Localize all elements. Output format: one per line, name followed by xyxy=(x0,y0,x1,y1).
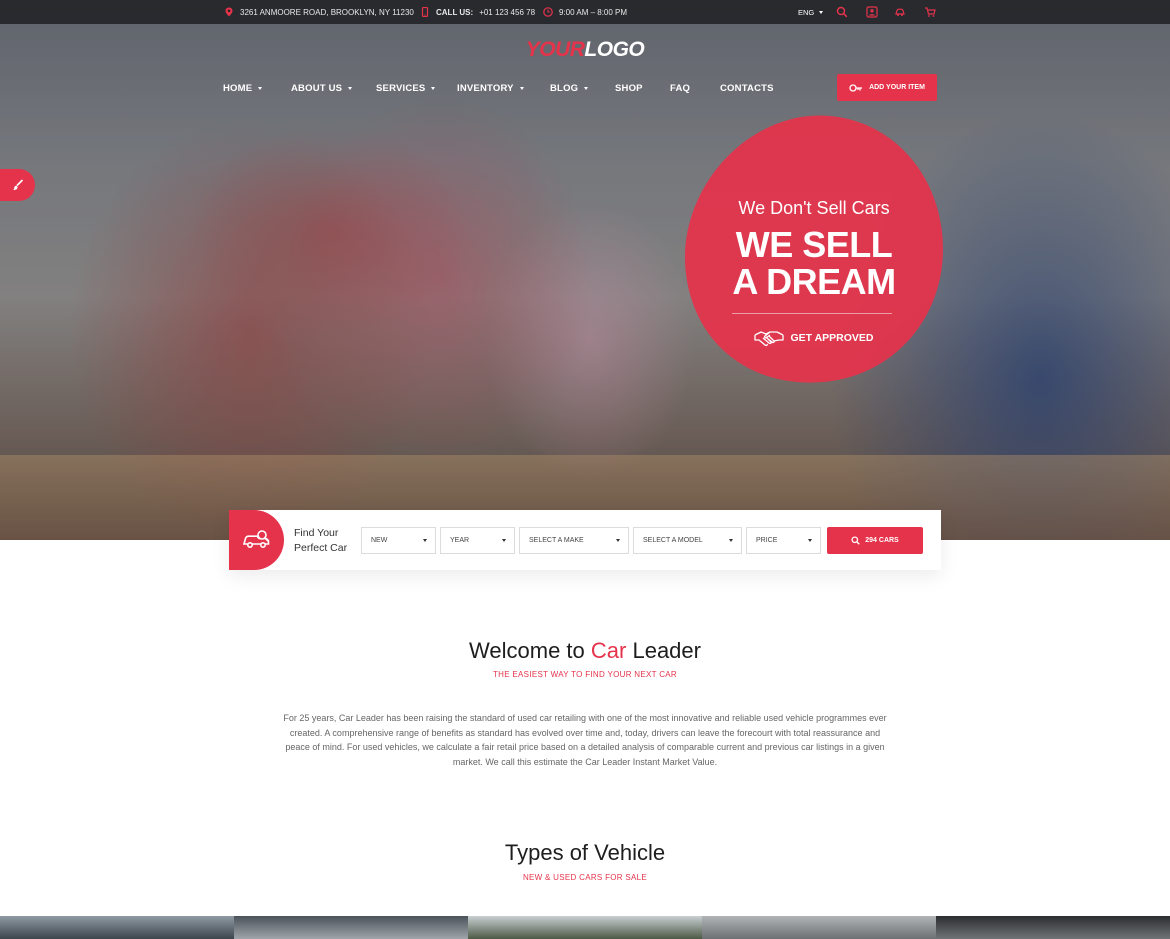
hero-headline-line1: WE SELL xyxy=(735,224,893,265)
nav-inventory[interactable]: INVENTORY xyxy=(457,80,524,96)
add-your-item-label: ADD YOUR ITEM xyxy=(869,84,925,91)
search-cars-button[interactable]: 294 CARS xyxy=(827,527,923,554)
welcome-heading: Welcome to Car Leader xyxy=(0,638,1170,664)
search-icon xyxy=(851,536,861,545)
condition-select-value: NEW xyxy=(371,537,388,544)
chevron-down-icon xyxy=(502,539,506,542)
compare-car-icon[interactable] xyxy=(894,6,906,18)
model-select[interactable]: SELECT A MODEL xyxy=(633,527,742,554)
vehicle-type-image[interactable] xyxy=(234,916,468,939)
nav-blog[interactable]: BLOG xyxy=(550,80,589,96)
nav-contacts-label: CONTACTS xyxy=(720,82,774,94)
hero-headline: WE SELL A DREAM xyxy=(683,226,945,300)
search-title-line2: Perfect Car xyxy=(294,542,348,554)
language-label: ENG xyxy=(798,7,815,17)
welcome-subtitle: THE EASIEST WAY TO FIND YOUR NEXT CAR xyxy=(492,670,678,679)
cart-icon[interactable] xyxy=(924,6,936,18)
car-key-icon xyxy=(849,83,863,92)
user-icon[interactable] xyxy=(866,6,878,18)
car-search-bar: Find Your Perfect Car NEW YEAR SELECT A … xyxy=(229,510,941,570)
model-select-value: SELECT A MODEL xyxy=(643,537,703,544)
vehicle-type-image[interactable] xyxy=(702,916,936,939)
nav-faq-label: FAQ xyxy=(670,82,691,94)
language-selector[interactable]: ENG xyxy=(798,0,824,24)
search-title-line1: Find Your xyxy=(294,527,339,539)
clock-icon xyxy=(543,7,553,17)
year-select-value: YEAR xyxy=(450,537,470,544)
vehicle-type-image[interactable] xyxy=(0,916,234,939)
year-select[interactable]: YEAR xyxy=(440,527,515,554)
chevron-down-icon xyxy=(348,86,353,90)
site-logo[interactable]: YOURLOGO xyxy=(0,38,1170,62)
chevron-down-icon xyxy=(584,86,589,90)
top-info-bar: 3261 ANMOORE ROAD, BROOKLYN, NY 11230 CA… xyxy=(0,0,1170,24)
hero-headline-line2: A DREAM xyxy=(732,261,896,302)
search-title: Find Your Perfect Car xyxy=(294,526,347,556)
welcome-body-text: For 25 years, Car Leader has been raisin… xyxy=(283,713,887,767)
vehicle-types-heading: Types of Vehicle xyxy=(504,840,666,865)
chevron-down-icon xyxy=(423,539,427,542)
price-select-value: PRICE xyxy=(756,537,778,544)
chevron-down-icon xyxy=(808,539,812,542)
add-your-item-button[interactable]: ADD YOUR ITEM xyxy=(837,74,937,101)
get-approved-button[interactable]: GET APPROVED xyxy=(683,328,945,348)
nav-blog-label: BLOG xyxy=(550,82,579,94)
vehicle-types-subtitle: NEW & USED CARS FOR SALE xyxy=(522,873,648,882)
get-approved-label: GET APPROVED xyxy=(790,332,874,344)
style-switcher-toggle[interactable] xyxy=(0,169,35,201)
chevron-down-icon xyxy=(519,86,524,90)
nav-about-us[interactable]: ABOUT US xyxy=(291,80,353,96)
address-text: 3261 ANMOORE ROAD, BROOKLYN, NY 11230 xyxy=(240,7,414,17)
welcome-heading-pre: Welcome to xyxy=(469,638,585,663)
search-icon[interactable] xyxy=(836,6,848,18)
nav-home-label: HOME xyxy=(223,82,253,94)
welcome-heading-accent: Car xyxy=(590,638,627,663)
call-label: CALL US: xyxy=(436,7,474,17)
nav-contacts[interactable]: CONTACTS xyxy=(720,80,774,96)
nav-inventory-label: INVENTORY xyxy=(457,82,514,94)
nav-about-label: ABOUT US xyxy=(291,82,343,94)
hero-divider xyxy=(732,313,892,314)
nav-shop[interactable]: SHOP xyxy=(615,80,643,96)
location-pin-icon xyxy=(225,7,233,17)
chevron-down-icon xyxy=(819,10,824,14)
chevron-down-icon xyxy=(729,539,733,542)
address-info: 3261 ANMOORE ROAD, BROOKLYN, NY 11230 xyxy=(224,0,414,24)
welcome-heading-post: Leader xyxy=(632,638,701,663)
price-select[interactable]: PRICE xyxy=(746,527,821,554)
vehicle-type-image[interactable] xyxy=(936,916,1170,939)
nav-home[interactable]: HOME xyxy=(223,80,263,96)
logo-part-logo: LOGO xyxy=(584,38,645,61)
nav-services-label: SERVICES xyxy=(376,82,426,94)
logo-part-your: YOUR xyxy=(525,38,585,61)
hours-text: 9:00 AM – 8:00 PM xyxy=(559,7,628,17)
chevron-down-icon xyxy=(258,86,263,90)
phone-info: CALL US: +01 123 456 78 xyxy=(420,0,535,24)
make-select-value: SELECT A MAKE xyxy=(529,537,584,544)
hours-info: 9:00 AM – 8:00 PM xyxy=(543,0,627,24)
paint-brush-icon xyxy=(12,179,23,190)
nav-shop-label: SHOP xyxy=(615,82,643,94)
chevron-down-icon xyxy=(431,86,436,90)
phone-number[interactable]: +01 123 456 78 xyxy=(479,8,535,17)
hero-tagline: We Don't Sell Cars xyxy=(738,198,890,218)
phone-icon xyxy=(421,7,429,17)
car-search-icon xyxy=(242,530,269,549)
search-badge xyxy=(229,510,284,570)
chevron-down-icon xyxy=(616,539,620,542)
search-cars-label: 294 CARS xyxy=(865,537,899,544)
nav-services[interactable]: SERVICES xyxy=(376,80,436,96)
vehicle-type-image[interactable] xyxy=(468,916,702,939)
make-select[interactable]: SELECT A MAKE xyxy=(519,527,629,554)
vehicle-type-gallery xyxy=(0,916,1170,939)
handshake-icon xyxy=(754,331,785,347)
condition-select[interactable]: NEW xyxy=(361,527,436,554)
nav-faq[interactable]: FAQ xyxy=(670,80,690,96)
